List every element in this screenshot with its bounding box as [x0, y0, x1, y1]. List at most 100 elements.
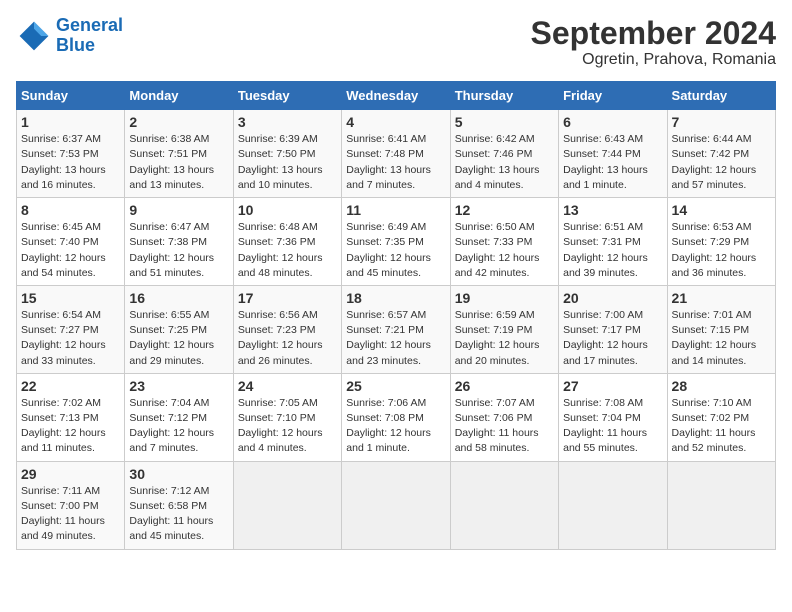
daylight-text: Daylight: 13 hours and 7 minutes.	[346, 164, 431, 191]
day-info: Sunrise: 7:05 AM Sunset: 7:10 PM Dayligh…	[238, 396, 337, 457]
sunrise-text: Sunrise: 7:08 AM	[563, 397, 643, 409]
sunset-text: Sunset: 7:02 PM	[672, 412, 750, 424]
sunset-text: Sunset: 7:36 PM	[238, 236, 316, 248]
week-row-4: 22 Sunrise: 7:02 AM Sunset: 7:13 PM Dayl…	[17, 373, 776, 461]
day-cell: 25 Sunrise: 7:06 AM Sunset: 7:08 PM Dayl…	[342, 373, 450, 461]
daylight-text: Daylight: 12 hours and 20 minutes.	[455, 339, 540, 366]
header-cell-thursday: Thursday	[450, 82, 558, 110]
sunset-text: Sunset: 6:58 PM	[129, 500, 207, 512]
day-cell: 24 Sunrise: 7:05 AM Sunset: 7:10 PM Dayl…	[233, 373, 341, 461]
sunrise-text: Sunrise: 7:11 AM	[21, 485, 100, 497]
sunrise-text: Sunrise: 6:49 AM	[346, 221, 426, 233]
day-number: 12	[455, 202, 554, 218]
day-info: Sunrise: 6:42 AM Sunset: 7:46 PM Dayligh…	[455, 132, 554, 193]
day-cell: 8 Sunrise: 6:45 AM Sunset: 7:40 PM Dayli…	[17, 198, 125, 286]
sunrise-text: Sunrise: 6:59 AM	[455, 309, 535, 321]
daylight-text: Daylight: 12 hours and 23 minutes.	[346, 339, 431, 366]
week-row-2: 8 Sunrise: 6:45 AM Sunset: 7:40 PM Dayli…	[17, 198, 776, 286]
sunrise-text: Sunrise: 6:45 AM	[21, 221, 101, 233]
calendar-body: 1 Sunrise: 6:37 AM Sunset: 7:53 PM Dayli…	[17, 110, 776, 549]
day-cell: 7 Sunrise: 6:44 AM Sunset: 7:42 PM Dayli…	[667, 110, 775, 198]
day-info: Sunrise: 7:10 AM Sunset: 7:02 PM Dayligh…	[672, 396, 771, 457]
day-cell: 2 Sunrise: 6:38 AM Sunset: 7:51 PM Dayli…	[125, 110, 233, 198]
day-number: 19	[455, 290, 554, 306]
day-info: Sunrise: 7:06 AM Sunset: 7:08 PM Dayligh…	[346, 396, 445, 457]
sunset-text: Sunset: 7:51 PM	[129, 148, 207, 160]
daylight-text: Daylight: 11 hours and 49 minutes.	[21, 515, 105, 542]
page-header: General Blue September 2024 Ogretin, Pra…	[16, 16, 776, 69]
sunset-text: Sunset: 7:33 PM	[455, 236, 533, 248]
day-info: Sunrise: 6:50 AM Sunset: 7:33 PM Dayligh…	[455, 220, 554, 281]
daylight-text: Daylight: 12 hours and 33 minutes.	[21, 339, 106, 366]
day-info: Sunrise: 6:38 AM Sunset: 7:51 PM Dayligh…	[129, 132, 228, 193]
daylight-text: Daylight: 12 hours and 54 minutes.	[21, 252, 106, 279]
daylight-text: Daylight: 13 hours and 4 minutes.	[455, 164, 540, 191]
sunrise-text: Sunrise: 6:42 AM	[455, 133, 535, 145]
sunset-text: Sunset: 7:42 PM	[672, 148, 750, 160]
day-cell: 4 Sunrise: 6:41 AM Sunset: 7:48 PM Dayli…	[342, 110, 450, 198]
day-number: 5	[455, 114, 554, 130]
day-number: 4	[346, 114, 445, 130]
location-subtitle: Ogretin, Prahova, Romania	[531, 51, 776, 69]
sunrise-text: Sunrise: 6:50 AM	[455, 221, 535, 233]
day-info: Sunrise: 6:45 AM Sunset: 7:40 PM Dayligh…	[21, 220, 120, 281]
sunrise-text: Sunrise: 6:57 AM	[346, 309, 426, 321]
month-year-title: September 2024	[531, 16, 776, 51]
day-cell: 5 Sunrise: 6:42 AM Sunset: 7:46 PM Dayli…	[450, 110, 558, 198]
daylight-text: Daylight: 12 hours and 17 minutes.	[563, 339, 648, 366]
daylight-text: Daylight: 12 hours and 11 minutes.	[21, 427, 106, 454]
day-info: Sunrise: 6:56 AM Sunset: 7:23 PM Dayligh…	[238, 308, 337, 369]
day-number: 2	[129, 114, 228, 130]
header-cell-wednesday: Wednesday	[342, 82, 450, 110]
sunset-text: Sunset: 7:40 PM	[21, 236, 99, 248]
day-info: Sunrise: 6:39 AM Sunset: 7:50 PM Dayligh…	[238, 132, 337, 193]
day-info: Sunrise: 6:48 AM Sunset: 7:36 PM Dayligh…	[238, 220, 337, 281]
daylight-text: Daylight: 12 hours and 57 minutes.	[672, 164, 757, 191]
daylight-text: Daylight: 12 hours and 42 minutes.	[455, 252, 540, 279]
logo-text: General Blue	[56, 16, 123, 56]
daylight-text: Daylight: 12 hours and 36 minutes.	[672, 252, 757, 279]
daylight-text: Daylight: 12 hours and 45 minutes.	[346, 252, 431, 279]
day-info: Sunrise: 6:51 AM Sunset: 7:31 PM Dayligh…	[563, 220, 662, 281]
day-cell: 17 Sunrise: 6:56 AM Sunset: 7:23 PM Dayl…	[233, 285, 341, 373]
sunset-text: Sunset: 7:15 PM	[672, 324, 750, 336]
day-number: 13	[563, 202, 662, 218]
daylight-text: Daylight: 12 hours and 4 minutes.	[238, 427, 323, 454]
day-number: 25	[346, 378, 445, 394]
day-cell: 28 Sunrise: 7:10 AM Sunset: 7:02 PM Dayl…	[667, 373, 775, 461]
sunrise-text: Sunrise: 7:02 AM	[21, 397, 101, 409]
day-number: 23	[129, 378, 228, 394]
sunset-text: Sunset: 7:17 PM	[563, 324, 641, 336]
sunset-text: Sunset: 7:35 PM	[346, 236, 424, 248]
day-number: 3	[238, 114, 337, 130]
daylight-text: Daylight: 11 hours and 52 minutes.	[672, 427, 756, 454]
day-number: 16	[129, 290, 228, 306]
day-info: Sunrise: 7:11 AM Sunset: 7:00 PM Dayligh…	[21, 484, 120, 545]
sunset-text: Sunset: 7:08 PM	[346, 412, 424, 424]
logo-icon	[16, 18, 52, 54]
sunset-text: Sunset: 7:38 PM	[129, 236, 207, 248]
day-number: 27	[563, 378, 662, 394]
day-info: Sunrise: 6:41 AM Sunset: 7:48 PM Dayligh…	[346, 132, 445, 193]
day-cell: 10 Sunrise: 6:48 AM Sunset: 7:36 PM Dayl…	[233, 198, 341, 286]
daylight-text: Daylight: 11 hours and 45 minutes.	[129, 515, 213, 542]
sunset-text: Sunset: 7:29 PM	[672, 236, 750, 248]
daylight-text: Daylight: 12 hours and 51 minutes.	[129, 252, 214, 279]
header-cell-saturday: Saturday	[667, 82, 775, 110]
day-cell: 18 Sunrise: 6:57 AM Sunset: 7:21 PM Dayl…	[342, 285, 450, 373]
sunrise-text: Sunrise: 6:38 AM	[129, 133, 209, 145]
sunset-text: Sunset: 7:06 PM	[455, 412, 533, 424]
day-number: 8	[21, 202, 120, 218]
daylight-text: Daylight: 12 hours and 29 minutes.	[129, 339, 214, 366]
day-cell: 26 Sunrise: 7:07 AM Sunset: 7:06 PM Dayl…	[450, 373, 558, 461]
sunrise-text: Sunrise: 6:43 AM	[563, 133, 643, 145]
sunrise-text: Sunrise: 6:53 AM	[672, 221, 752, 233]
day-number: 30	[129, 466, 228, 482]
day-info: Sunrise: 6:57 AM Sunset: 7:21 PM Dayligh…	[346, 308, 445, 369]
sunset-text: Sunset: 7:00 PM	[21, 500, 99, 512]
daylight-text: Daylight: 11 hours and 55 minutes.	[563, 427, 647, 454]
daylight-text: Daylight: 12 hours and 26 minutes.	[238, 339, 323, 366]
week-row-3: 15 Sunrise: 6:54 AM Sunset: 7:27 PM Dayl…	[17, 285, 776, 373]
day-number: 10	[238, 202, 337, 218]
day-number: 1	[21, 114, 120, 130]
